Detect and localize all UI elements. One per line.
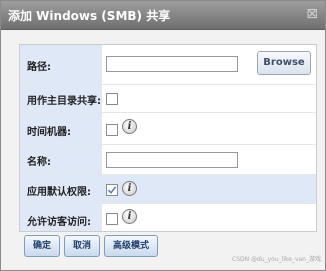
info-icon[interactable]: i [122, 119, 137, 134]
dialog-title: 添加 Windows (SMB) 共享 [8, 9, 171, 23]
time-machine-label: 时间机器: [27, 127, 71, 138]
default-permissions-label: 应用默认权限: [27, 187, 91, 198]
guest-access-checkbox[interactable] [106, 213, 118, 225]
info-icon[interactable]: i [122, 209, 137, 224]
cancel-button[interactable]: 取消 [64, 235, 100, 257]
form-row-default-permissions: 应用默认权限: i [20, 175, 316, 204]
browse-button[interactable]: Browse [257, 51, 311, 75]
add-smb-share-dialog: 添加 Windows (SMB) 共享 ⊠ 路径: 用作主目录共享: 时间机器:… [0, 0, 326, 271]
name-input[interactable] [106, 152, 238, 168]
name-label: 名称: [27, 157, 51, 168]
time-machine-checkbox[interactable] [106, 124, 118, 136]
dialog-titlebar: 添加 Windows (SMB) 共享 ⊠ [1, 1, 325, 30]
close-icon[interactable]: ⊠ [306, 7, 318, 21]
home-share-label: 用作主目录共享: [27, 96, 101, 107]
info-icon[interactable]: i [122, 181, 137, 196]
form-row-home-share: 用作主目录共享: [20, 85, 316, 113]
checkmark-icon [107, 186, 117, 195]
path-label: 路径: [27, 62, 51, 73]
home-share-checkbox[interactable] [106, 93, 118, 105]
form-row-guest-access: 允许访客访问: i [20, 204, 316, 231]
form-row-name: 名称: [20, 145, 316, 175]
guest-access-label: 允许访客访问: [27, 217, 91, 228]
form-row-time-machine: 时间机器: i [20, 113, 316, 145]
path-input[interactable] [106, 56, 238, 72]
ok-button[interactable]: 确定 [24, 235, 60, 257]
advanced-mode-button[interactable]: 高级模式 [104, 235, 158, 257]
default-permissions-checkbox[interactable] [106, 184, 118, 196]
watermark: CSDN @du_you_like_van_游戏 [232, 256, 321, 263]
